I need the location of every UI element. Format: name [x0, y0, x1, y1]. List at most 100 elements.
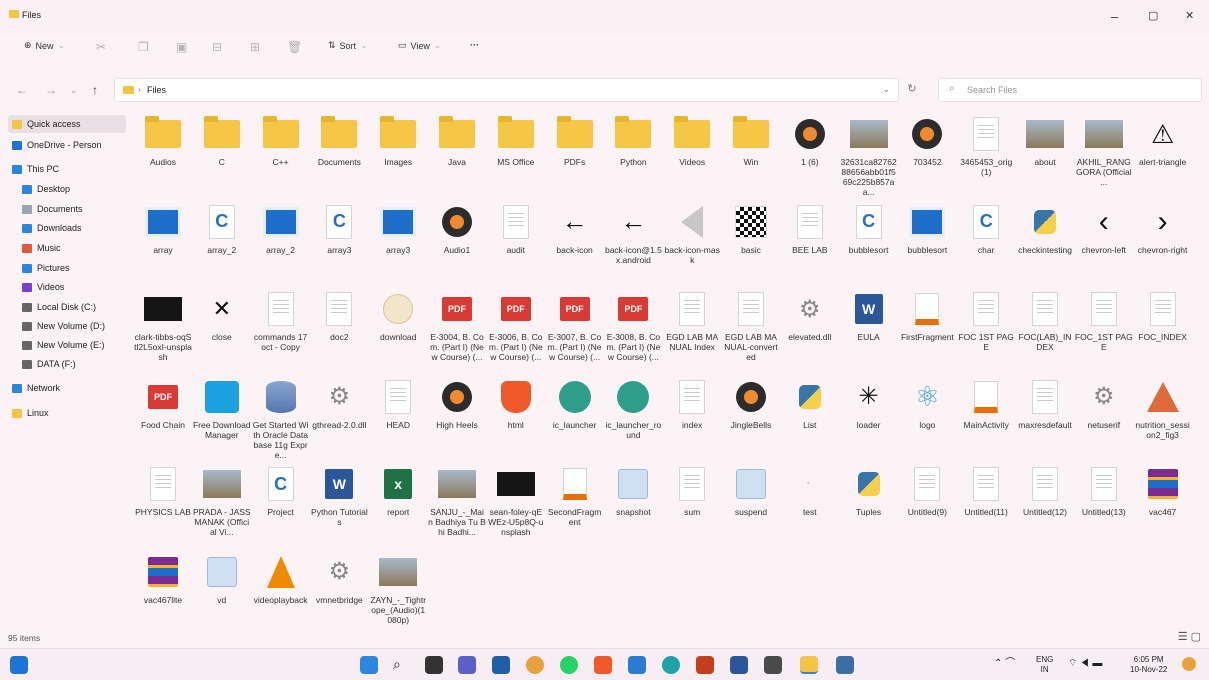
file-item[interactable]: videoplayback — [252, 553, 310, 605]
widgets-icon[interactable] — [10, 656, 28, 674]
file-item[interactable]: Images — [369, 115, 427, 167]
file-item[interactable]: basic — [722, 203, 780, 255]
file-item[interactable]: W EULA — [840, 290, 898, 342]
file-item[interactable]: ← back-icon — [546, 203, 604, 255]
tray-chevron-icon[interactable]: ⌃ ⌒ — [994, 659, 1015, 669]
file-item[interactable]: vac467 — [1134, 465, 1192, 517]
file-item[interactable]: SANJU_-_Main Badhiya Tu Bhi Badhi... — [428, 465, 486, 537]
file-item[interactable]: 703452 — [898, 115, 956, 167]
file-item[interactable]: C — [193, 115, 251, 167]
close-button[interactable]: ✕ — [1185, 9, 1194, 22]
file-item[interactable]: ✕ close — [193, 290, 251, 342]
file-item[interactable]: EGD LAB MANUAL-converted — [722, 290, 780, 362]
breadcrumb[interactable]: Files — [147, 85, 166, 95]
file-item[interactable]: ⚠ alert-triangle — [1134, 115, 1192, 168]
file-item[interactable]: ✳ loader — [840, 378, 898, 430]
file-item[interactable]: HEAD — [369, 378, 427, 430]
search-input[interactable]: ⌕ Search Files — [938, 78, 1202, 102]
file-item[interactable]: maxresdefault — [1016, 378, 1074, 430]
file-item[interactable]: Untitled(12) — [1016, 465, 1074, 517]
sidebar-item[interactable]: Local Disk (C:) — [8, 298, 126, 316]
file-item[interactable]: download — [369, 290, 427, 342]
store-icon[interactable] — [492, 656, 510, 674]
notification-icon[interactable] — [1182, 657, 1196, 671]
search-icon[interactable]: ⌕ — [393, 656, 411, 674]
file-item[interactable]: ← back-icon@1.5x.android — [604, 203, 662, 265]
wifi-volume-battery-icon[interactable]: ⌔ ◀ ▬ — [1068, 659, 1102, 669]
file-item[interactable]: PDFs — [546, 115, 604, 167]
file-item[interactable]: MS Office — [487, 115, 545, 167]
file-item[interactable]: ⚙ netuserif — [1075, 378, 1133, 430]
file-item[interactable]: suspend — [722, 465, 780, 517]
file-item[interactable]: FOC(LAB)_INDEX — [1016, 290, 1074, 352]
sidebar-item[interactable]: Music — [8, 239, 126, 257]
recent-chevron-icon[interactable]: ⌄ — [70, 85, 78, 96]
file-item[interactable]: 3465453_orig (1) — [957, 115, 1015, 177]
file-item[interactable]: array — [134, 203, 192, 255]
file-item[interactable]: index — [663, 378, 721, 430]
chat-icon[interactable] — [458, 656, 476, 674]
vscode-icon[interactable] — [628, 656, 646, 674]
cut-icon[interactable]: ✂ — [96, 40, 106, 54]
sidebar-item[interactable]: Pictures — [8, 259, 126, 277]
file-item[interactable]: › chevron-right — [1134, 203, 1192, 255]
photos-icon[interactable] — [836, 656, 854, 674]
file-item[interactable]: Python — [604, 115, 662, 167]
file-item[interactable]: Cchar — [957, 203, 1015, 255]
rename-icon[interactable]: ⊟ — [212, 40, 222, 54]
file-item[interactable]: Untitled(9) — [898, 465, 956, 517]
file-item[interactable]: Documents — [310, 115, 368, 167]
word-icon[interactable] — [730, 656, 748, 674]
file-item[interactable]: 32631ca8276288656abb01f569c225b857aa... — [840, 115, 898, 197]
sidebar-item[interactable]: Desktop — [8, 180, 126, 198]
up-arrow-icon[interactable]: ↑ — [92, 83, 98, 97]
sidebar-item[interactable]: OneDrive - Person — [8, 136, 126, 154]
file-item[interactable]: FirstFragment — [898, 290, 956, 342]
file-item[interactable]: SecondFragment — [546, 465, 604, 527]
sidebar-item[interactable]: This PC — [8, 160, 126, 178]
file-item[interactable]: FOC_1ST PAGE — [1075, 290, 1133, 352]
file-item[interactable]: audit — [487, 203, 545, 255]
sidebar-item[interactable]: New Volume (D:) — [8, 317, 126, 335]
file-item[interactable]: PHYSICS LAB — [134, 465, 192, 517]
file-item[interactable]: Untitled(11) — [957, 465, 1015, 517]
edge-icon[interactable] — [662, 656, 680, 674]
file-item[interactable]: C++ — [252, 115, 310, 167]
file-item[interactable]: FOC_INDEX — [1134, 290, 1192, 342]
whatsapp-icon[interactable] — [560, 656, 578, 674]
file-item[interactable]: about — [1016, 115, 1074, 167]
file-item[interactable]: bubblesort — [898, 203, 956, 255]
back-arrow-icon[interactable]: ← — [16, 83, 28, 97]
refresh-icon[interactable]: ↻ — [900, 82, 924, 95]
file-item[interactable]: PDF E-3007, B. Com. (Part I) (New Course)… — [546, 290, 604, 362]
file-item[interactable]: W Python Tutorials — [310, 465, 368, 527]
chrome-icon[interactable] — [526, 656, 544, 674]
clock[interactable]: 6:05 PM 10-Nov-22 — [1130, 655, 1167, 675]
file-item[interactable]: C Project — [252, 465, 310, 517]
file-item[interactable]: Java — [428, 115, 486, 167]
file-item[interactable]: Win — [722, 115, 780, 167]
file-item[interactable]: nutrition_session2_fig3 — [1134, 378, 1192, 440]
share-icon[interactable]: ⊞ — [250, 40, 260, 54]
file-item[interactable]: ⚛ logo — [898, 378, 956, 430]
view-toggle-icon[interactable]: ☰ ▢ — [1178, 630, 1201, 643]
file-item[interactable]: clark-tibbs-oqStl2L5oxI-unsplash — [134, 290, 192, 362]
file-item[interactable]: PDF E-3006, B. Com. (Part I) (New Course)… — [487, 290, 545, 362]
notepad-icon[interactable] — [764, 656, 782, 674]
forward-arrow-icon[interactable]: → — [45, 83, 57, 97]
sidebar-item[interactable]: Documents — [8, 200, 126, 218]
sidebar-item[interactable]: New Volume (E:) — [8, 336, 126, 354]
view-button[interactable]: ▭ View ⌄ — [398, 40, 441, 51]
brave-icon[interactable] — [594, 656, 612, 674]
new-button[interactable]: ⊕ New ⌄ — [24, 40, 65, 51]
file-item[interactable]: vac467lite — [134, 553, 192, 605]
file-item[interactable]: Audios — [134, 115, 192, 167]
file-item[interactable]: sum — [663, 465, 721, 517]
maximize-button[interactable]: ▢ — [1148, 9, 1158, 22]
file-item[interactable]: List — [781, 378, 839, 430]
file-item[interactable]: checkintesting — [1016, 203, 1074, 255]
file-item[interactable]: ⚙ gthread-2.0.dll — [310, 378, 368, 430]
minimize-button[interactable]: – — [1111, 9, 1118, 24]
delete-icon[interactable]: 🗑 — [287, 40, 302, 54]
file-item[interactable]: ⚙ elevated.dll — [781, 290, 839, 343]
